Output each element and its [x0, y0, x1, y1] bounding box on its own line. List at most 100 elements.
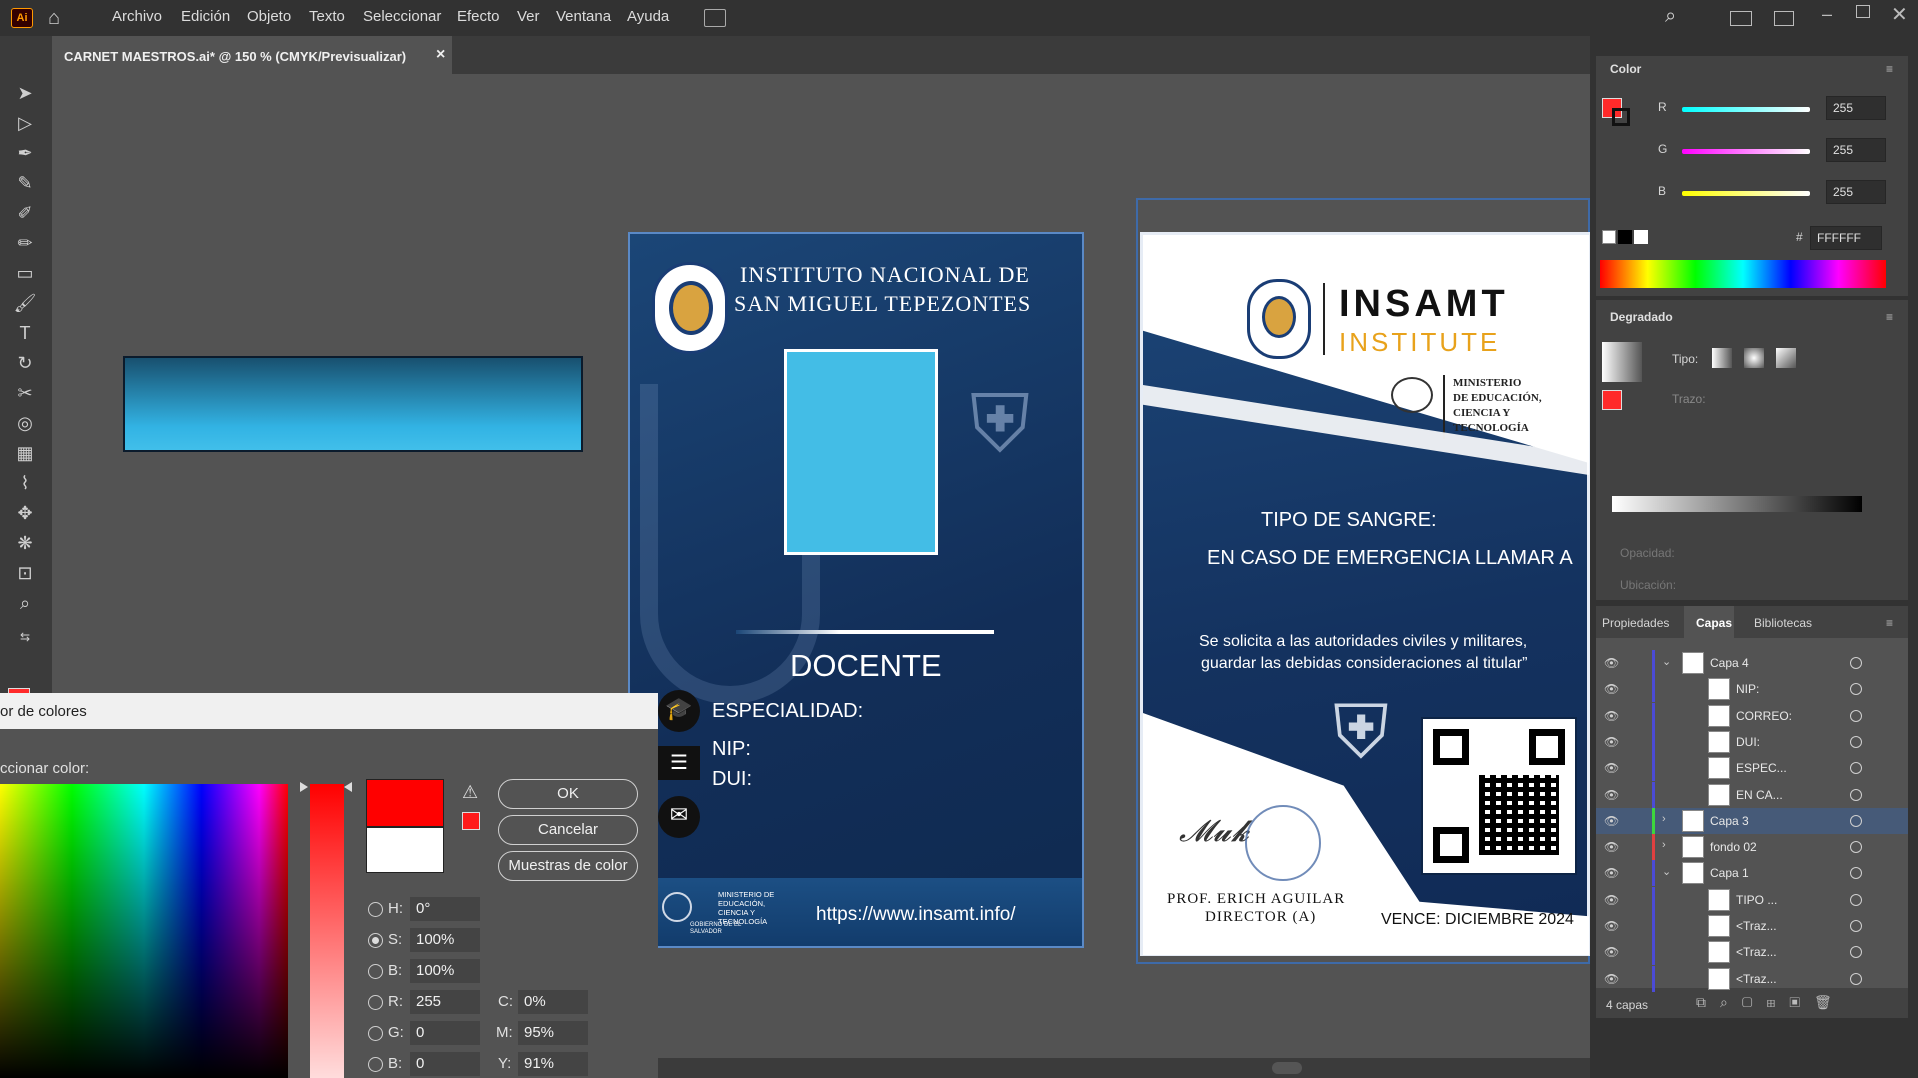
gradient-tool-icon[interactable]: ▦ — [12, 442, 38, 464]
slider-right-arrow-icon[interactable] — [344, 782, 352, 792]
panel-menu-icon[interactable]: ≡ — [1886, 616, 1893, 630]
saturation-slider[interactable] — [310, 784, 344, 1078]
layer-target-icon[interactable] — [1850, 972, 1862, 985]
puppet-warp-tool-icon[interactable]: ✥ — [12, 502, 38, 524]
b-radio[interactable] — [368, 1057, 383, 1072]
m-input[interactable]: 95% — [518, 1021, 588, 1045]
channel-b-input[interactable]: 255 — [1826, 180, 1886, 204]
freeform-gradient-button[interactable] — [1776, 348, 1796, 368]
stroke-color-swatch[interactable] — [1612, 108, 1630, 126]
layer-target-icon[interactable] — [1850, 841, 1862, 854]
s-radio[interactable] — [368, 933, 383, 948]
layer-name[interactable]: ESPEC... — [1736, 761, 1787, 775]
layer-row[interactable]: 👁 NIP: — [1596, 676, 1908, 703]
rotate-tool-icon[interactable]: ↻ — [12, 352, 38, 374]
tab-bibliotecas[interactable]: Bibliotecas — [1754, 616, 1812, 630]
layer-row[interactable]: 👁 CORREO: — [1596, 702, 1908, 729]
h-input[interactable]: 0° — [410, 897, 480, 921]
gradient-preview[interactable] — [1602, 342, 1642, 382]
collapse-chevron-icon[interactable]: ⌄ — [1662, 655, 1671, 668]
layer-target-icon[interactable] — [1850, 814, 1862, 827]
type-tool-icon[interactable]: T — [12, 322, 38, 344]
channel-g-slider[interactable] — [1682, 149, 1810, 154]
color-swatches-button[interactable]: Muestras de color — [498, 851, 638, 881]
front-card[interactable]: INSTITUTO NACIONAL DE SAN MIGUEL TEPEZON… — [628, 232, 1084, 948]
layer-target-icon[interactable] — [1850, 657, 1862, 669]
back-card[interactable]: INSAMT INSTITUTE MINISTERIO DE EDUCACIÓN… — [1140, 232, 1590, 956]
rectangle-tool-icon[interactable]: ▭ — [12, 262, 38, 284]
visibility-eye-icon[interactable]: 👁 — [1604, 682, 1620, 696]
layer-row[interactable]: 👁 <Traz... — [1596, 939, 1908, 966]
eyedropper-tool-icon[interactable]: ⌇ — [12, 472, 38, 494]
brightness-radio[interactable] — [368, 964, 383, 979]
menu-ayuda[interactable]: Ayuda — [627, 8, 669, 25]
search-icon[interactable]: ⌕ — [1665, 5, 1676, 28]
menu-texto[interactable]: Texto — [309, 8, 345, 25]
close-tab-icon[interactable]: × — [436, 46, 445, 64]
channel-b-slider[interactable] — [1682, 191, 1810, 196]
menu-objeto[interactable]: Objeto — [247, 8, 291, 25]
home-icon[interactable]: ⌂ — [48, 7, 60, 30]
panel-menu-icon[interactable]: ≡ — [1886, 62, 1893, 76]
visibility-eye-icon[interactable]: 👁 — [1604, 972, 1620, 986]
layer-actions-icons[interactable]: ⧉⌕▢⊞▣🗑 — [1696, 994, 1846, 1011]
g-input[interactable]: 0 — [410, 1021, 480, 1045]
layer-row[interactable]: 👁 ⌄ Capa 4 — [1596, 650, 1908, 676]
c-input[interactable]: 0% — [518, 990, 588, 1014]
menu-efecto[interactable]: Efecto — [457, 8, 500, 25]
layer-name[interactable]: Capa 1 — [1710, 866, 1749, 880]
photo-placeholder[interactable] — [784, 349, 938, 555]
collapse-chevron-icon[interactable]: ⌄ — [1662, 865, 1671, 878]
expand-chevron-icon[interactable]: › — [1662, 813, 1666, 825]
visibility-eye-icon[interactable]: 👁 — [1604, 840, 1620, 854]
layer-row[interactable]: 👁 TIPO ... — [1596, 886, 1908, 913]
website-url[interactable]: https://www.insamt.info/ — [816, 904, 1016, 926]
pen-tool-icon[interactable]: ✒ — [12, 142, 38, 164]
layer-target-icon[interactable] — [1850, 735, 1862, 748]
r-radio[interactable] — [368, 995, 383, 1010]
maximize-icon[interactable] — [1856, 5, 1870, 18]
s-input[interactable]: 100% — [410, 928, 480, 952]
layer-target-icon[interactable] — [1850, 709, 1862, 722]
layer-target-icon[interactable] — [1850, 788, 1862, 801]
layer-name[interactable]: <Traz... — [1736, 919, 1777, 933]
artboard-tool-icon[interactable]: ⊡ — [12, 562, 38, 584]
channel-g-input[interactable]: 255 — [1826, 138, 1886, 162]
menu-ver[interactable]: Ver — [517, 8, 540, 25]
selection-tool-icon[interactable]: ➤ — [12, 82, 38, 104]
workspace-icon[interactable] — [1730, 11, 1752, 26]
shape-builder-tool-icon[interactable]: ◎ — [12, 412, 38, 434]
scrollbar-thumb[interactable] — [1272, 1062, 1302, 1074]
visibility-eye-icon[interactable]: 👁 — [1604, 709, 1620, 723]
brightness-input[interactable]: 100% — [410, 959, 480, 983]
cancel-button[interactable]: Cancelar — [498, 815, 638, 845]
layer-name[interactable]: CORREO: — [1736, 709, 1792, 723]
layer-row[interactable]: 👁 <Traz... — [1596, 913, 1908, 939]
layer-row[interactable]: 👁 <Traz... — [1596, 965, 1908, 992]
color-spectrum[interactable] — [1600, 260, 1886, 288]
pencil-tool-icon[interactable]: ✏ — [12, 232, 38, 254]
gradient-rectangle[interactable] — [123, 356, 583, 452]
layer-target-icon[interactable] — [1850, 762, 1862, 775]
direct-selection-tool-icon[interactable]: ▷ — [12, 112, 38, 134]
document-tab[interactable]: CARNET MAESTROS.ai* @ 150 % (CMYK/Previs… — [52, 36, 452, 74]
visibility-eye-icon[interactable]: 👁 — [1604, 656, 1620, 670]
layer-name[interactable]: DUI: — [1736, 735, 1760, 749]
panel-layout-icon[interactable] — [1774, 11, 1794, 26]
visibility-eye-icon[interactable]: 👁 — [1604, 788, 1620, 802]
menu-seleccionar[interactable]: Seleccionar — [363, 8, 441, 25]
dialog-title-bar[interactable]: or de colores — [0, 693, 658, 729]
visibility-eye-icon[interactable]: 👁 — [1604, 893, 1620, 907]
layer-name[interactable]: <Traz... — [1736, 972, 1777, 986]
layer-name[interactable]: <Traz... — [1736, 945, 1777, 959]
layer-name[interactable]: TIPO ... — [1736, 893, 1777, 907]
scissors-tool-icon[interactable]: ✂ — [12, 382, 38, 404]
close-window-icon[interactable]: ✕ — [1891, 2, 1908, 27]
linear-gradient-button[interactable] — [1712, 348, 1732, 368]
layer-row[interactable]: 👁 › fondo 02 — [1596, 834, 1908, 861]
layer-target-icon[interactable] — [1850, 867, 1862, 880]
menu-ventana[interactable]: Ventana — [556, 8, 611, 25]
channel-r-input[interactable]: 255 — [1826, 96, 1886, 120]
out-of-gamut-warning-icon[interactable]: ⚠ — [462, 782, 478, 803]
gamut-color-swatch[interactable] — [462, 812, 480, 830]
